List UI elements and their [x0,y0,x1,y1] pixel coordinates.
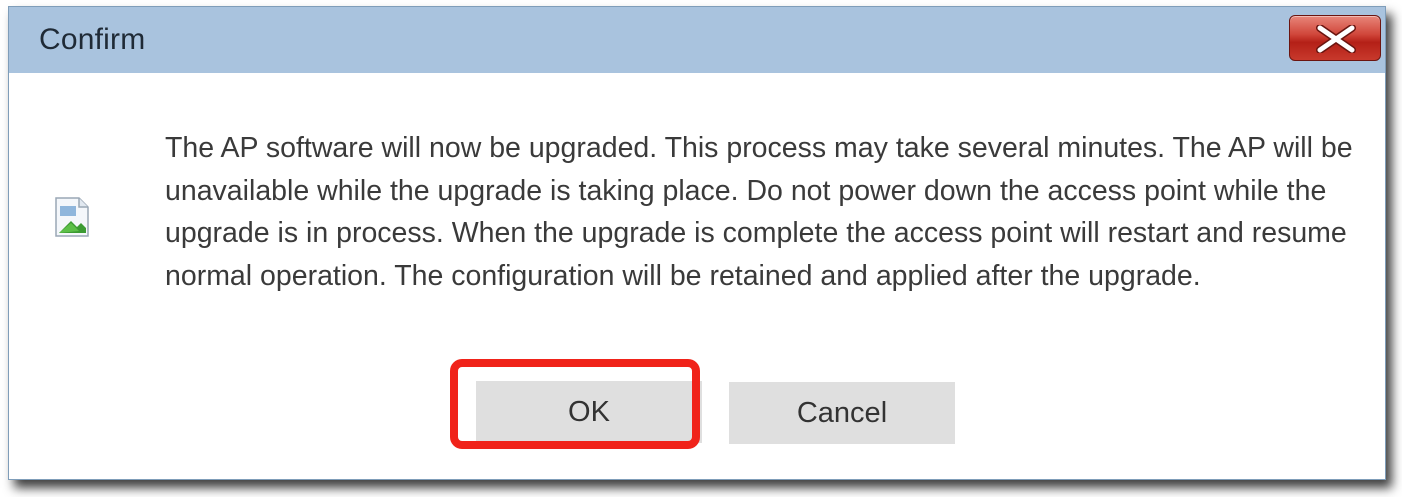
dialog-title: Confirm [39,23,146,56]
screen: Confirm The AP software will now be upgr… [0,0,1402,497]
dialog-titlebar[interactable]: Confirm [9,7,1385,73]
cancel-button[interactable]: Cancel [729,382,955,444]
ok-button[interactable]: OK [476,381,702,443]
close-button[interactable] [1289,15,1381,61]
dialog-message: The AP software will now be upgraded. Th… [165,132,1353,292]
broken-image-icon [55,197,89,237]
confirm-dialog: Confirm The AP software will now be upgr… [8,6,1386,480]
close-x-icon [1316,25,1356,53]
